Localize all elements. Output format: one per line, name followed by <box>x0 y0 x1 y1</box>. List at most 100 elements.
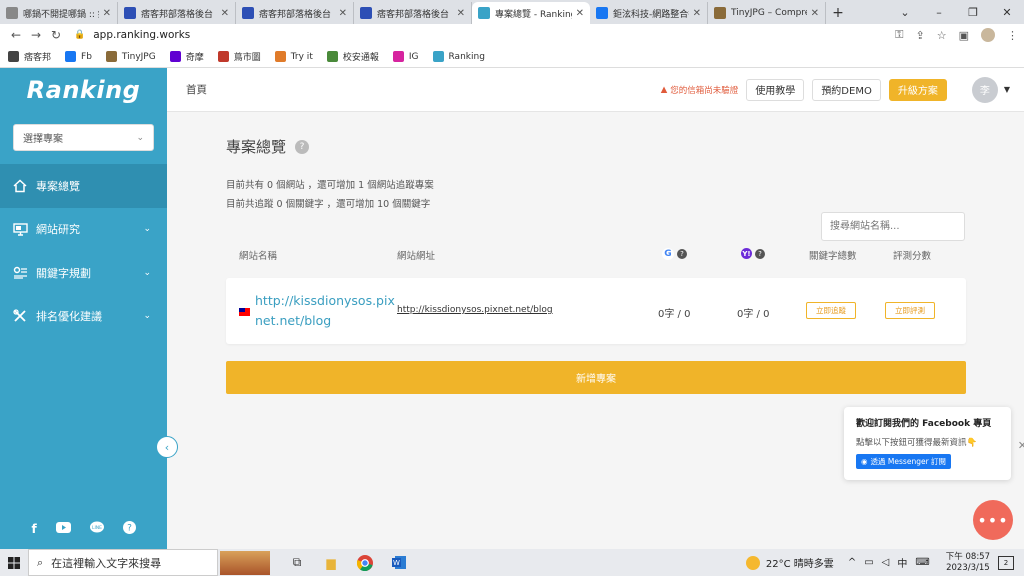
bookmark-favicon-icon <box>8 51 19 62</box>
browser-tab[interactable]: 痞客邦部落格後台 ✕ <box>118 2 236 24</box>
browser-tab-title: 痞客邦部落格後台 <box>377 9 450 20</box>
help-icon[interactable]: ? <box>122 521 136 537</box>
sidebar-item-ranking-advice[interactable]: 排名優化建議 ⌄ <box>0 295 167 339</box>
reload-button[interactable]: ↻ <box>46 28 66 42</box>
weather-icon <box>745 555 760 570</box>
line-icon[interactable]: LINE <box>89 521 104 537</box>
close-tab-icon[interactable]: ✕ <box>576 8 584 19</box>
clock[interactable]: 下午 08:57 2023/3/15 <box>946 552 990 574</box>
tutorial-button[interactable]: 使用教學 <box>746 78 805 101</box>
browser-tab-title: 鉅泫科技-網路整合行 <box>613 9 689 20</box>
bookmark-item[interactable]: TinyJPG <box>105 51 156 62</box>
url-field[interactable]: 🔒 app.ranking.works <box>74 29 883 41</box>
caret-down-icon[interactable]: ▼ <box>1004 85 1010 94</box>
browser-tab[interactable]: 哪鍋不開提哪鍋 :: 痞客 ✕ <box>0 2 118 24</box>
sidebar-toggle-icon[interactable]: ▣ <box>959 29 969 42</box>
sidebar-item-site-research[interactable]: 網站研究 ⌄ <box>0 208 167 252</box>
system-tray: 22°C 晴時多雲 ^ ▭ ◁ 中 ⌨ 下午 08:57 2023/3/15 2 <box>745 549 1024 576</box>
messenger-button-label: 透過 Messenger 訂閱 <box>870 457 947 466</box>
bookmark-item[interactable]: Ranking <box>432 51 485 62</box>
maximize-button[interactable]: ❐ <box>956 0 990 24</box>
avatar[interactable]: 李 <box>971 76 998 103</box>
menu-dots-icon[interactable]: ⋮ <box>1007 29 1018 42</box>
profile-avatar[interactable] <box>981 28 995 42</box>
notification-icon[interactable]: 2 <box>998 555 1014 570</box>
email-warning[interactable]: ▲ 您的信箱尚未驗證 <box>661 84 739 96</box>
quota-summary: 目前共有 0 個網站 ，還可增加 1 個網站追蹤專案 目前共追蹤 0 個關鍵字 … <box>226 176 434 214</box>
bookmark-item[interactable]: 痞客邦 <box>8 50 51 63</box>
site-name-link[interactable]: http://kissdionysos.pixnet.net/blog <box>255 291 395 331</box>
browser-tab[interactable]: 專案總覽 - Ranking ✕ <box>472 2 590 24</box>
browser-tab[interactable]: 痞客邦部落格後台 ✕ <box>236 2 354 24</box>
minimize-button[interactable]: – <box>922 0 956 24</box>
chevron-down-icon[interactable]: ⌄ <box>888 0 922 24</box>
windows-start-icon[interactable] <box>0 556 28 569</box>
help-icon[interactable]: ? <box>677 249 687 259</box>
network-icon[interactable]: ▭ <box>864 557 873 568</box>
task-view-icon[interactable]: ⧉ <box>280 555 314 570</box>
close-tab-icon[interactable]: ✕ <box>103 8 111 19</box>
sidebar-collapse-button[interactable]: ‹ <box>156 436 178 458</box>
add-project-button[interactable]: 新增專案 <box>226 361 966 394</box>
taskbar-search[interactable]: ⌕ 在這裡輸入文字來搜尋 <box>28 549 218 576</box>
bookmark-item[interactable]: 奇摩 <box>169 50 204 63</box>
page-title: 專案總覽 ? <box>226 136 310 157</box>
sidebar-item-keyword-planning[interactable]: 關鍵字規劃 ⌄ <box>0 251 167 295</box>
site-url-link[interactable]: http://kissdionysos.pixnet.net/blog <box>397 305 553 315</box>
facebook-icon[interactable]: f <box>31 522 36 536</box>
close-tab-icon[interactable]: ✕ <box>811 8 819 19</box>
upgrade-plan-button[interactable]: 升級方案 <box>888 78 947 101</box>
project-select[interactable]: 選擇專案 ⌄ <box>13 124 154 151</box>
page-title-text: 專案總覽 <box>226 138 287 156</box>
browser-tab[interactable]: TinyJPG – Compress ✕ <box>708 2 826 24</box>
key-icon[interactable]: ⚿ <box>895 28 903 42</box>
chat-bubble-button[interactable]: ••• <box>973 500 1013 540</box>
close-tab-icon[interactable]: ✕ <box>457 8 465 19</box>
star-icon[interactable]: ☆ <box>937 29 947 42</box>
keyboard-icon[interactable]: ⌨ <box>915 557 929 568</box>
weather-widget[interactable]: 22°C 晴時多雲 <box>745 555 834 570</box>
youtube-icon[interactable] <box>55 522 71 536</box>
bookmark-item[interactable]: 校安通報 <box>326 50 379 63</box>
site-search-input[interactable] <box>821 212 965 241</box>
bookmark-item[interactable]: Try it <box>274 51 313 62</box>
file-explorer-icon[interactable]: ▆ <box>314 556 348 570</box>
breadcrumb[interactable]: 首頁 <box>186 82 661 97</box>
book-demo-button[interactable]: 預約DEMO <box>812 78 881 101</box>
track-now-button[interactable]: 立即追蹤 <box>806 302 856 319</box>
evaluate-now-button[interactable]: 立即評測 <box>885 302 935 319</box>
close-tab-icon[interactable]: ✕ <box>221 8 229 19</box>
bookmark-favicon-icon <box>65 51 77 62</box>
ranking-logo[interactable]: Ranking <box>0 68 167 112</box>
bookmark-item[interactable]: 蔦市圖 <box>217 50 261 63</box>
share-icon[interactable]: ⇪ <box>916 29 925 42</box>
chrome-icon[interactable] <box>348 554 382 571</box>
back-button[interactable]: ← <box>6 28 26 42</box>
forward-button[interactable]: → <box>26 28 46 42</box>
close-icon[interactable]: ✕ <box>1018 439 1024 452</box>
search-highlight-image[interactable] <box>220 550 270 575</box>
pixnet-favicon-icon <box>360 7 372 19</box>
bookmark-item[interactable]: IG <box>392 51 419 62</box>
sidebar-item-label: 網站研究 <box>36 223 80 237</box>
close-window-button[interactable]: ✕ <box>990 0 1024 24</box>
bookmark-item[interactable]: Fb <box>65 51 92 62</box>
chevron-up-icon[interactable]: ^ <box>848 557 856 568</box>
close-tab-icon[interactable]: ✕ <box>339 8 347 19</box>
browser-tab[interactable]: 鉅泫科技-網路整合行 ✕ <box>590 2 708 24</box>
monitor-icon <box>12 221 28 237</box>
tools-icon <box>12 308 28 324</box>
help-icon[interactable]: ? <box>755 248 765 259</box>
new-tab-button[interactable]: + <box>826 2 850 24</box>
bookmark-favicon-icon <box>105 51 117 62</box>
messenger-subscribe-button[interactable]: ◉ 透過 Messenger 訂閱 <box>856 454 952 469</box>
taskbar-search-placeholder: 在這裡輸入文字來搜尋 <box>51 556 162 570</box>
bookmark-favicon-icon <box>169 51 181 62</box>
browser-tab[interactable]: 痞客邦部落格後台 ✕ <box>354 2 472 24</box>
sidebar-item-overview[interactable]: 專案總覽 <box>0 164 167 208</box>
word-icon[interactable]: W <box>382 555 416 570</box>
ime-icon[interactable]: 中 <box>897 555 907 570</box>
speaker-icon[interactable]: ◁ <box>882 557 890 568</box>
close-tab-icon[interactable]: ✕ <box>693 8 701 19</box>
help-icon[interactable]: ? <box>295 139 310 154</box>
